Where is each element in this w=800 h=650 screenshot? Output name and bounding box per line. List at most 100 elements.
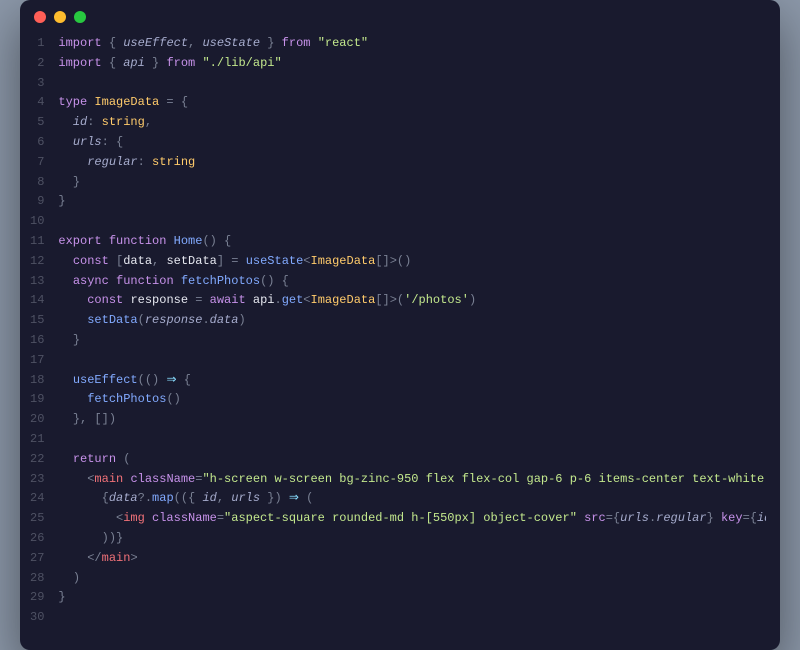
token-keyword: await (210, 293, 253, 307)
line-number: 3 (30, 74, 44, 94)
code-lines: import { useEffect, useState } from "rea… (58, 34, 766, 628)
token-func: setData (87, 313, 137, 327)
token-plain (58, 511, 116, 525)
code-area[interactable]: 1234567891011121314151617181920212223242… (20, 34, 780, 636)
token-italic: useEffect (123, 36, 188, 50)
token-punct: </ (87, 551, 101, 565)
token-punct: []>( (375, 293, 404, 307)
code-line: id: string, (58, 113, 766, 133)
token-punct: { (177, 373, 191, 387)
code-line: return ( (58, 450, 766, 470)
token-italic: id (757, 511, 766, 525)
token-punct: > (130, 551, 137, 565)
token-punct: ] = (217, 254, 246, 268)
token-keyword: function (116, 274, 181, 288)
token-keyword: from (166, 56, 202, 70)
line-number: 4 (30, 93, 44, 113)
token-keyword: import (58, 36, 108, 50)
code-line: export function Home() { (58, 232, 766, 252)
code-line: import { useEffect, useState } from "rea… (58, 34, 766, 54)
token-plain (58, 313, 87, 327)
token-punct: } (260, 36, 282, 50)
token-white: data (123, 254, 152, 268)
code-line: <main className="h-screen w-screen bg-zi… (58, 470, 766, 490)
token-attr: className (130, 472, 195, 486)
code-line (58, 74, 766, 94)
token-plain (58, 531, 101, 545)
token-punct: ( (123, 452, 130, 466)
token-punct: } (73, 175, 80, 189)
token-keyword: async (73, 274, 116, 288)
editor-window: 1234567891011121314151617181920212223242… (20, 0, 780, 650)
token-func: fetchPhotos (181, 274, 260, 288)
token-italic: api (123, 56, 145, 70)
token-punct: }, []) (73, 412, 116, 426)
code-line: const [data, setData] = useState<ImageDa… (58, 252, 766, 272)
code-line: ))} (58, 529, 766, 549)
zoom-icon[interactable] (74, 11, 86, 23)
code-line: type ImageData = { (58, 93, 766, 113)
token-punct: = (188, 293, 210, 307)
token-punct: < (303, 254, 310, 268)
token-string: '/photos' (404, 293, 469, 307)
token-func: get (282, 293, 304, 307)
line-number: 13 (30, 272, 44, 292)
line-number: 29 (30, 588, 44, 608)
token-punct: ?. (138, 491, 152, 505)
token-plain (58, 551, 87, 565)
token-ident: string (152, 155, 195, 169)
token-func: map (152, 491, 174, 505)
code-line: {data?.map(({ id, urls }) ⇒ ( (58, 489, 766, 509)
token-punct: ={ (606, 511, 620, 525)
code-line: <img className="aspect-square rounded-md… (58, 509, 766, 529)
token-italic: useState (202, 36, 260, 50)
token-tag: img (123, 511, 145, 525)
code-line: ) (58, 569, 766, 589)
token-func: useState (246, 254, 304, 268)
line-number: 28 (30, 569, 44, 589)
token-italic: regular (656, 511, 706, 525)
token-punct: = { (159, 95, 188, 109)
line-number: 27 (30, 549, 44, 569)
token-plain (58, 155, 87, 169)
code-line (58, 608, 766, 628)
code-line: }, []) (58, 410, 766, 430)
token-punct: < (303, 293, 310, 307)
line-number: 2 (30, 54, 44, 74)
token-punct: . (274, 293, 281, 307)
line-number: 6 (30, 133, 44, 153)
code-line: import { api } from "./lib/api" (58, 54, 766, 74)
token-italic: data (109, 491, 138, 505)
token-plain (58, 274, 72, 288)
line-number: 18 (30, 371, 44, 391)
code-line: useEffect(() ⇒ { (58, 371, 766, 391)
line-number: 5 (30, 113, 44, 133)
code-line: regular: string (58, 153, 766, 173)
token-punct: } (58, 194, 65, 208)
minimize-icon[interactable] (54, 11, 66, 23)
token-punct: { (102, 491, 109, 505)
code-line: } (58, 192, 766, 212)
code-line: } (58, 331, 766, 351)
token-white: setData (166, 254, 216, 268)
token-punct: () { (260, 274, 289, 288)
token-plain (58, 412, 72, 426)
token-italic: urls (620, 511, 649, 525)
token-punct: } (73, 333, 80, 347)
token-punct: ={ (743, 511, 757, 525)
close-icon[interactable] (34, 11, 46, 23)
code-line: urls: { (58, 133, 766, 153)
token-punct: ))} (102, 531, 124, 545)
token-plain (58, 373, 72, 387)
token-plain (58, 254, 72, 268)
token-attr: key (721, 511, 743, 525)
token-punct: : (138, 155, 152, 169)
token-plain (58, 452, 72, 466)
code-line: async function fetchPhotos() { (58, 272, 766, 292)
line-number: 1 (30, 34, 44, 54)
token-italic: urls (73, 135, 102, 149)
token-punct: (() (138, 373, 167, 387)
line-number: 14 (30, 291, 44, 311)
code-line: } (58, 173, 766, 193)
token-punct: : (87, 115, 101, 129)
